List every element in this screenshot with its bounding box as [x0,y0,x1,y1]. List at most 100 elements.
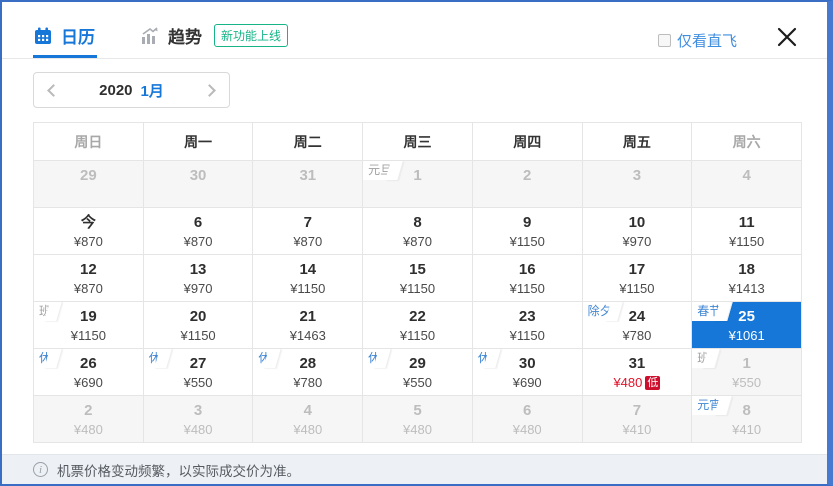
calendar-cell[interactable]: 12 ¥870 [34,255,144,302]
info-icon: i [33,462,48,477]
calendar-cell[interactable]: 休 30 ¥690 [472,349,583,396]
calendar-cell[interactable]: 今 ¥870 [34,208,144,255]
calendar-cell[interactable]: 16 ¥1150 [472,255,583,302]
price-value: ¥970 [622,234,652,249]
calendar-cell: 29 [34,161,144,208]
price-value: ¥1150 [509,328,545,343]
calendar-icon [33,26,53,46]
price-label: ¥550 [144,374,253,391]
calendar-cell[interactable]: 休 26 ¥690 [34,349,144,396]
calendar-cell[interactable]: 15 ¥1150 [363,255,473,302]
calendar-grid: 周日 周一 周二 周三 周四 周五 周六 29 30 31 元旦 1 2 3 4 今 ¥870 6 ¥870 7 ¥8… [33,122,802,443]
price-label: ¥1150 [34,327,143,344]
date-tag: 班 [34,302,54,321]
weekday-header: 周五 [582,123,693,161]
price-value: ¥1463 [289,328,326,343]
tab-calendar[interactable]: 日历 [33,23,95,48]
calendar-cell: 元旦 1 [363,161,473,208]
calendar-cell: 2 [472,161,583,208]
calendar-cell[interactable]: 8 ¥870 [363,208,473,255]
calendar-cell: 31 [253,161,364,208]
calendar-cell[interactable]: 31 ¥480 低 [582,349,693,396]
date-number: 16 [518,261,536,278]
calendar-cell[interactable]: 6 ¥870 [143,208,254,255]
price-value: ¥690 [512,375,542,390]
tab-trend[interactable]: 趋势 新功能上线 [140,23,289,48]
calendar-cell[interactable]: 9 ¥1150 [472,208,583,255]
calendar-cell[interactable]: 22 ¥1150 [363,302,473,349]
active-tab-underline [33,55,97,58]
price-value: ¥870 [73,281,103,296]
price-label: ¥870 [34,280,143,297]
date-number: 2 [84,402,93,419]
price-value: ¥870 [183,234,213,249]
price-value: ¥550 [183,375,213,390]
date-number: 4 [742,167,751,184]
calendar-row: 休 26 ¥690 休 27 ¥550 休 28 ¥780 休 29 ¥550 休 30 ¥690 31 ¥48… [34,349,802,396]
calendar-cell[interactable]: 春节 25 ¥1061 [692,302,802,349]
date-number: 11 [738,214,755,231]
price-value: ¥410 [732,422,762,437]
month-label: 1月 [140,82,164,100]
price-label: ¥1150 [473,233,582,250]
prev-month-button[interactable] [47,83,60,97]
price-value: ¥480 [183,422,213,437]
weekday-header: 周一 [143,123,254,161]
price-label: ¥1150 [473,327,582,344]
close-button[interactable] [773,23,801,51]
calendar-cell[interactable]: 除夕 24 ¥780 [582,302,693,349]
date-number: 23 [518,308,536,325]
price-label: ¥690 [473,374,582,391]
calendar-row: 12 ¥870 13 ¥970 14 ¥1150 15 ¥1150 16 ¥1150 17 ¥1150… [34,255,802,302]
calendar-cell: 4 [692,161,802,208]
calendar-cell[interactable]: 休 27 ¥550 [143,349,254,396]
price-label: ¥480 [473,421,582,438]
price-value: ¥1150 [290,281,326,296]
calendar-cell[interactable]: 17 ¥1150 [582,255,693,302]
price-label: ¥1413 [692,280,801,297]
calendar-cell: 班 1 ¥550 [692,349,802,396]
flight-calendar-dialog: 日历 趋势 新功能上线 仅看直飞 2020 1月 周日 周一 周二 周三 周四 … [0,0,833,486]
calendar-cell[interactable]: 20 ¥1150 [143,302,254,349]
price-label: ¥1150 [692,233,801,250]
next-month-button[interactable] [203,83,216,97]
date-number: 31 [628,355,646,372]
weekday-header: 周四 [472,123,583,161]
price-label: ¥410 [692,421,801,438]
calendar-cell[interactable]: 休 29 ¥550 [363,349,473,396]
close-icon [777,27,797,47]
direct-only-label: 仅看直飞 [677,33,738,50]
calendar-cell: 5 ¥480 [363,396,473,443]
calendar-cell[interactable]: 18 ¥1413 [692,255,802,302]
price-value: ¥480 [293,422,323,437]
calendar-cell[interactable]: 班 19 ¥1150 [34,302,144,349]
direct-only-checkbox[interactable] [658,34,671,47]
price-value: ¥1413 [728,281,765,296]
calendar-cell[interactable]: 21 ¥1463 [253,302,364,349]
price-label: ¥550 [363,374,472,391]
price-value: ¥870 [403,234,432,249]
price-label: ¥480 低 [583,374,692,391]
price-value: ¥1150 [509,281,545,296]
calendar-cell[interactable]: 7 ¥870 [253,208,364,255]
trend-chart-icon [140,26,160,46]
calendar-cell[interactable]: 10 ¥970 [582,208,693,255]
month-title: 2020 1月 [99,80,164,101]
date-number: 6 [193,214,203,231]
date-number: 14 [299,261,317,278]
price-label: ¥870 [144,233,253,250]
price-label: ¥780 [583,327,692,344]
price-value: ¥690 [73,375,103,390]
calendar-cell[interactable]: 休 28 ¥780 [253,349,364,396]
calendar-cell[interactable]: 13 ¥970 [143,255,254,302]
direct-only-toggle[interactable]: 仅看直飞 [658,30,737,51]
date-tag: 班 [692,349,712,368]
date-number: 5 [413,402,422,419]
price-label: ¥550 [692,374,801,391]
calendar-cell[interactable]: 11 ¥1150 [692,208,802,255]
date-number: 15 [409,261,426,278]
price-label: ¥1463 [253,327,362,344]
calendar-cell[interactable]: 14 ¥1150 [253,255,364,302]
calendar-cell[interactable]: 23 ¥1150 [472,302,583,349]
price-value: ¥480 [512,422,542,437]
